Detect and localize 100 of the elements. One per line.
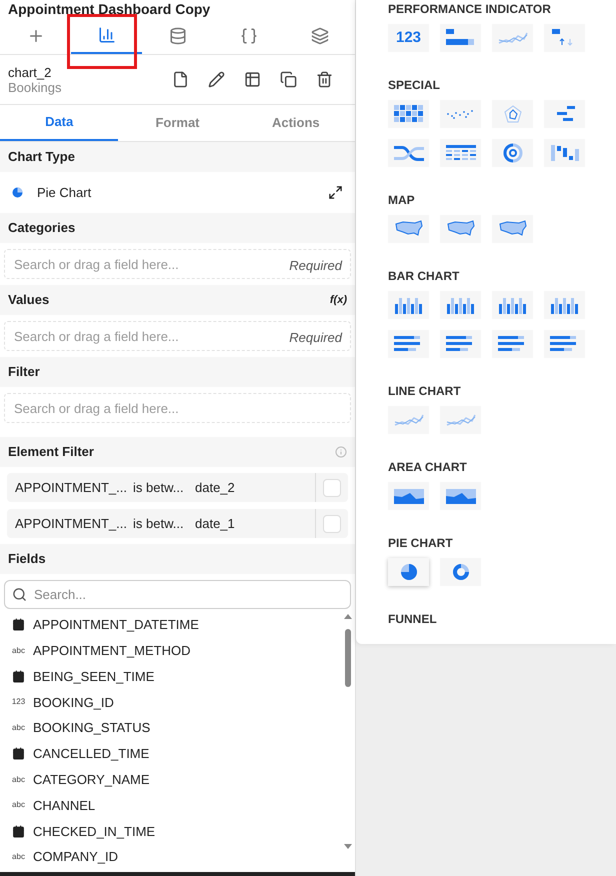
page-icon[interactable] xyxy=(172,71,189,88)
filter-row[interactable]: APPOINTMENT_... is betw... date_2 xyxy=(7,473,348,502)
donut-chart-icon xyxy=(452,563,470,581)
drop-field[interactable]: Search or drag a field here... xyxy=(4,393,351,423)
field-name[interactable]: BEING_SEEN_TIME xyxy=(33,666,154,686)
gallery-section-title: PIE CHART xyxy=(388,536,454,550)
field-name[interactable]: CHANNEL xyxy=(33,796,96,816)
field-type-label: abc xyxy=(12,774,25,786)
field-name[interactable]: CATEGORY_NAME xyxy=(33,770,150,790)
field-type-label: 123 xyxy=(12,696,26,708)
scatter-icon xyxy=(446,108,476,120)
sankey-icon xyxy=(394,144,424,162)
bar-chart-icon xyxy=(550,296,580,314)
chart-type-option[interactable] xyxy=(440,558,481,586)
chart-type-option[interactable] xyxy=(388,558,429,586)
chart-type-option[interactable] xyxy=(388,330,429,358)
chart-type-option[interactable] xyxy=(440,482,481,510)
table-chart-icon xyxy=(446,145,476,161)
chart-type-option[interactable] xyxy=(440,139,481,167)
trash-icon[interactable] xyxy=(316,71,333,88)
chart-type-option[interactable] xyxy=(492,215,533,243)
chart-type-option[interactable] xyxy=(440,215,481,243)
filter-checkbox[interactable] xyxy=(323,478,341,496)
chart-type-option[interactable] xyxy=(440,24,481,52)
chart-type-option[interactable] xyxy=(440,100,481,128)
heatmap-icon xyxy=(394,105,424,123)
gallery-section-title: BAR CHART xyxy=(388,269,460,283)
filter-row[interactable]: APPOINTMENT_... is betw... date_1 xyxy=(7,509,348,538)
bar-chart-icon xyxy=(498,296,528,314)
field-name[interactable]: CHECKED_IN_TIME xyxy=(33,822,156,842)
section-title: Fields xyxy=(8,550,46,568)
line-chart-icon xyxy=(446,412,476,428)
chart-type-option[interactable] xyxy=(440,291,481,319)
field-name[interactable]: BOOKING_ID xyxy=(33,692,114,712)
element-subtitle: Bookings xyxy=(8,80,62,94)
chart-type-option[interactable]: 123 xyxy=(388,24,429,52)
pie-chart-icon xyxy=(12,187,23,198)
line-chart-icon xyxy=(394,412,424,428)
database-icon xyxy=(168,27,186,45)
progress-icon xyxy=(446,29,476,47)
gallery-section-title: AREA CHART xyxy=(388,460,468,474)
map-icon xyxy=(394,220,422,238)
chart-type-option[interactable] xyxy=(544,139,585,167)
radar-icon xyxy=(504,105,522,123)
pie-chart-icon xyxy=(400,563,418,581)
chart-type-option[interactable] xyxy=(388,139,429,167)
filter-checkbox[interactable] xyxy=(323,514,341,532)
pencil-icon[interactable] xyxy=(208,71,225,88)
window-title: Appointment Dashboard Copy xyxy=(7,0,212,18)
sunburst-icon xyxy=(502,143,522,163)
element-name: chart_2 xyxy=(8,64,52,80)
chart-type-option[interactable] xyxy=(440,330,481,358)
expand-icon[interactable] xyxy=(328,185,343,200)
chart-type-option[interactable] xyxy=(492,291,533,319)
bar-chart-icon xyxy=(446,296,476,314)
waterfall-icon xyxy=(550,144,580,162)
table-icon[interactable] xyxy=(244,71,261,88)
field-name[interactable]: APPOINTMENT_DATETIME xyxy=(33,615,199,635)
chart-type-option[interactable] xyxy=(388,100,429,128)
tab[interactable]: Actions xyxy=(236,105,355,141)
layers-icon xyxy=(310,27,328,45)
field-type-label: abc xyxy=(12,851,25,864)
area-chart-icon xyxy=(394,488,424,504)
copy-icon[interactable] xyxy=(280,71,297,88)
field-name[interactable]: APPOINTMENT_METHOD xyxy=(33,640,190,660)
chart-type-option[interactable] xyxy=(388,291,429,319)
calendar-icon xyxy=(12,824,25,838)
gallery-section-title: PERFORMANCE INDICATOR xyxy=(388,2,552,16)
field-name[interactable]: CANCELLED_TIME xyxy=(33,744,150,764)
chart-type-option[interactable] xyxy=(544,100,585,128)
chart-type-option[interactable] xyxy=(388,482,429,510)
field-name[interactable]: BOOKING_STATUS xyxy=(33,718,150,738)
field-type-label: abc xyxy=(12,722,25,734)
filter-value: date_1 xyxy=(195,514,236,533)
section-title: Values xyxy=(8,291,50,310)
braces-icon xyxy=(240,27,258,45)
map-icon xyxy=(446,220,474,238)
formula-button[interactable]: f(x) xyxy=(330,292,347,308)
area-chart-icon xyxy=(446,488,476,504)
section-title: Element Filter xyxy=(8,443,94,462)
section-title: Filter xyxy=(8,363,40,382)
calendar-icon xyxy=(12,747,25,760)
gallery-section-title: MAP xyxy=(388,193,416,207)
calendar-icon xyxy=(12,670,25,683)
tab[interactable]: Format xyxy=(118,105,237,141)
chart-type-option[interactable] xyxy=(492,330,533,358)
map-icon xyxy=(498,220,526,238)
chart-type-option[interactable] xyxy=(544,24,585,52)
chart-type-option[interactable] xyxy=(544,291,585,319)
field-name[interactable]: COMPANY_ID xyxy=(33,847,118,867)
gallery-section-title: FUNNEL xyxy=(388,612,438,626)
chart-type-option[interactable] xyxy=(492,139,533,167)
bar-chart-icon xyxy=(394,296,424,314)
chart-type-option[interactable] xyxy=(492,100,533,128)
gallery-section-title: LINE CHART xyxy=(388,384,462,398)
chart-type-option[interactable] xyxy=(388,215,429,243)
chart-type-option[interactable] xyxy=(544,330,585,358)
bar-chart-icon xyxy=(98,26,116,44)
search-field[interactable]: Search... xyxy=(4,580,351,609)
filter-field: APPOINTMENT_... xyxy=(7,514,133,534)
